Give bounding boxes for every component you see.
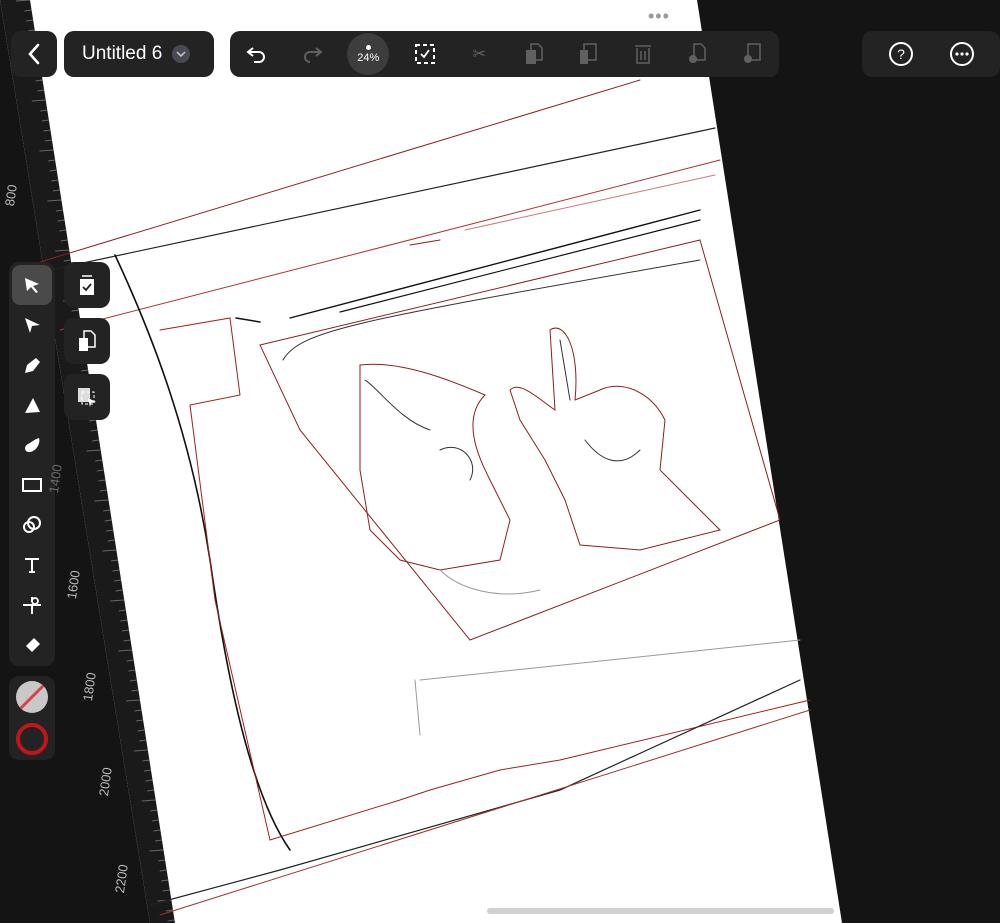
selection-tool[interactable] xyxy=(12,265,52,305)
zoom-level: 24% xyxy=(357,51,380,64)
more-icon[interactable] xyxy=(949,41,975,67)
stroke-color-swatch[interactable] xyxy=(16,723,48,755)
fill-color-swatch[interactable] xyxy=(16,681,48,713)
shape-builder-tool[interactable] xyxy=(12,505,52,545)
copy-icon[interactable] xyxy=(506,32,561,76)
document-title-button[interactable]: Untitled 6 xyxy=(64,31,214,77)
text-tool[interactable] xyxy=(12,545,52,585)
delete-icon[interactable] xyxy=(616,32,671,76)
paste-in-place-icon[interactable] xyxy=(725,32,780,76)
multitasking-dots[interactable]: ••• xyxy=(648,6,670,27)
brush-tool[interactable] xyxy=(12,425,52,465)
scissors-tool[interactable] xyxy=(12,585,52,625)
pencil-tool[interactable] xyxy=(12,385,52,425)
main-toolbar: 24% ✂ xyxy=(230,31,779,77)
cut-icon[interactable]: ✂ xyxy=(452,32,507,76)
duplicate-quick-button[interactable] xyxy=(64,318,110,364)
select-all-quick-button[interactable] xyxy=(64,262,110,308)
color-panel xyxy=(9,676,55,760)
svg-text:?: ? xyxy=(897,46,905,62)
tools-panel xyxy=(9,262,55,666)
help-icon[interactable]: ? xyxy=(888,41,914,67)
eraser-tool[interactable] xyxy=(12,625,52,665)
quick-actions xyxy=(64,262,110,420)
chevron-down-icon xyxy=(172,45,191,63)
chevron-left-icon xyxy=(28,43,40,65)
pen-tool[interactable] xyxy=(12,345,52,385)
ruler-label: 800 xyxy=(2,183,20,208)
redo-icon[interactable] xyxy=(285,32,340,76)
document-title: Untitled 6 xyxy=(82,43,163,64)
select-same-quick-button[interactable] xyxy=(64,374,110,420)
select-all-icon[interactable] xyxy=(397,32,452,76)
zoom-indicator[interactable]: 24% xyxy=(339,32,397,76)
back-button[interactable] xyxy=(11,31,57,77)
drawing-canvas[interactable] xyxy=(0,0,1000,923)
artboard xyxy=(0,0,842,923)
right-menu: ? xyxy=(862,31,1000,77)
node-tool[interactable] xyxy=(12,305,52,345)
duplicate-icon[interactable] xyxy=(670,32,725,76)
home-indicator[interactable] xyxy=(487,908,834,914)
undo-icon[interactable] xyxy=(230,32,285,76)
paste-icon[interactable] xyxy=(561,32,616,76)
